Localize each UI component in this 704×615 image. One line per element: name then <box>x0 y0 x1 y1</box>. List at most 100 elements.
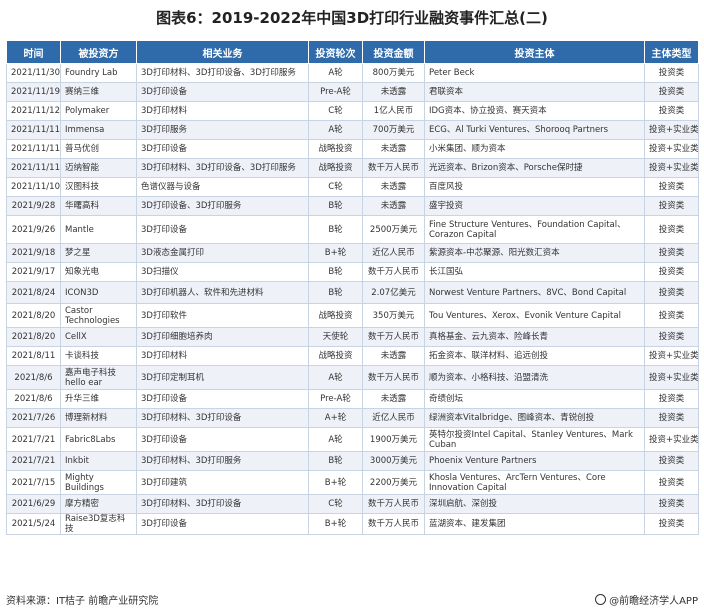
cell-business: 3D打印定制耳机 <box>136 365 309 390</box>
cell-business: 3D打印设备 <box>136 389 309 409</box>
cell-time: 2021/8/24 <box>6 281 61 304</box>
cell-investor: 百度风投 <box>424 177 645 197</box>
header-type: 主体类型 <box>644 40 699 64</box>
table-row: 2021/8/6 嘉声电子科技 hello ear 3D打印定制耳机 A轮 数千万人民币… <box>6 365 699 390</box>
table-row: 2021/6/29 摩方精密 3D打印材料、3D打印设备 C轮 数千万人民币 深圳启航、深… <box>6 494 699 514</box>
cell-investee: 知象光电 <box>60 262 137 282</box>
cell-investor: 光远资本、Brizon资本、Porsche保时捷 <box>424 158 645 178</box>
cell-time: 2021/11/30 <box>6 63 61 83</box>
cell-round: 战略投资 <box>308 139 363 159</box>
cell-investor: 小米集团、顺为资本 <box>424 139 645 159</box>
cell-time: 2021/11/12 <box>6 101 61 121</box>
cell-amount: 数千万人民币 <box>362 327 425 347</box>
cell-round: B轮 <box>308 281 363 304</box>
cell-round: C轮 <box>308 101 363 121</box>
table-row: 2021/9/28 华曙高科 3D打印设备、3D打印服务 B轮 未透露 盛宇投资 投资类 <box>6 196 699 216</box>
cell-round: B+轮 <box>308 470 363 495</box>
table-row: 2021/7/26 博理新材料 3D打印材料、3D打印设备 A+轮 近亿人民币 绿洲资本V… <box>6 408 699 428</box>
cell-time: 2021/5/24 <box>6 513 61 535</box>
cell-time: 2021/9/26 <box>6 215 61 244</box>
cell-investor: 长江国弘 <box>424 262 645 282</box>
cell-type: 投资类 <box>644 215 699 244</box>
cell-time: 2021/8/20 <box>6 327 61 347</box>
cell-time: 2021/8/6 <box>6 389 61 409</box>
cell-investee: 卡谈科技 <box>60 346 137 366</box>
cell-amount: 未透露 <box>362 82 425 102</box>
table-row: 2021/9/18 梦之星 3D液态金属打印 B+轮 近亿人民币 紫源资本-中芯聚源、阳光… <box>6 243 699 263</box>
cell-investor: 拓金资本、联洋材料、追远创投 <box>424 346 645 366</box>
cell-type: 投资类 <box>644 262 699 282</box>
cell-round: B轮 <box>308 215 363 244</box>
cell-business: 色谱仪器与设备 <box>136 177 309 197</box>
table-row: 2021/8/11 卡谈科技 3D打印材料 战略投资 未透露 拓金资本、联洋材料、追远创投… <box>6 346 699 366</box>
table-row: 2021/11/30 Foundry Lab 3D打印材料、3D打印设备、3D打印服… <box>6 63 699 83</box>
cell-investee: Mighty Buildings <box>60 470 137 495</box>
cell-investor: 盛宇投资 <box>424 196 645 216</box>
cell-amount: 未透露 <box>362 177 425 197</box>
cell-amount: 2.07亿美元 <box>362 281 425 304</box>
cell-investor: 紫源资本-中芯聚源、阳光数汇资本 <box>424 243 645 263</box>
cell-amount: 2500万美元 <box>362 215 425 244</box>
cell-type: 投资类 <box>644 408 699 428</box>
cell-round: A轮 <box>308 63 363 83</box>
cell-business: 3D打印材料 <box>136 346 309 366</box>
cell-business: 3D打印设备 <box>136 139 309 159</box>
brand-text: @前瞻经济学人APP <box>609 596 698 607</box>
cell-business: 3D打印设备 <box>136 82 309 102</box>
cell-type: 投资类 <box>644 177 699 197</box>
cell-investee: 嘉声电子科技 hello ear <box>60 365 137 390</box>
cell-type: 投资类 <box>644 281 699 304</box>
cell-amount: 2200万美元 <box>362 470 425 495</box>
table-row: 2021/9/17 知象光电 3D扫描仪 B轮 数千万人民币 长江国弘 投资类 <box>6 262 699 282</box>
cell-time: 2021/7/21 <box>6 427 61 452</box>
table-row: 2021/11/19 赛纳三维 3D打印设备 Pre-A轮 未透露 君联资本 投资类 <box>6 82 699 102</box>
cell-time: 2021/6/29 <box>6 494 61 514</box>
cell-investee: CellX <box>60 327 137 347</box>
table-row: 2021/11/12 Polymaker 3D打印材料 C轮 1亿人民币 IDG资本、协立… <box>6 101 699 121</box>
cell-investee: 汉图科技 <box>60 177 137 197</box>
cell-type: 投资+实业类 <box>644 120 699 140</box>
cell-round: B+轮 <box>308 243 363 263</box>
cell-type: 投资类 <box>644 82 699 102</box>
cell-round: Pre-A轮 <box>308 389 363 409</box>
cell-type: 投资+实业类 <box>644 427 699 452</box>
header-investee: 被投资方 <box>60 40 137 64</box>
cell-business: 3D打印建筑 <box>136 470 309 495</box>
cell-investor: Peter Beck <box>424 63 645 83</box>
header-investor: 投资主体 <box>424 40 645 64</box>
cell-investor: Fine Structure Ventures、Foundation Capit… <box>424 215 645 244</box>
table-row: 2021/5/24 Raise3D复志科技 3D打印设备 B+轮 数千万人民币 蓝湖资本、… <box>6 513 699 535</box>
cell-investee: 迈纳智能 <box>60 158 137 178</box>
cell-round: Pre-A轮 <box>308 82 363 102</box>
cell-investor: 英特尔投资Intel Capital、Stanley Ventures、Mark… <box>424 427 645 452</box>
table-row: 2021/9/26 Mantle 3D打印设备 B轮 2500万美元 Fine Struc… <box>6 215 699 244</box>
cell-round: 战略投资 <box>308 158 363 178</box>
table-row: 2021/7/15 Mighty Buildings 3D打印建筑 B+轮 2200万美… <box>6 470 699 495</box>
cell-type: 投资类 <box>644 451 699 471</box>
cell-investee: Mantle <box>60 215 137 244</box>
cell-time: 2021/8/11 <box>6 346 61 366</box>
cell-round: C轮 <box>308 177 363 197</box>
cell-business: 3D打印机器人、软件和先进材料 <box>136 281 309 304</box>
cell-amount: 近亿人民币 <box>362 243 425 263</box>
cell-round: C轮 <box>308 494 363 514</box>
cell-investor: IDG资本、协立投资、赛天资本 <box>424 101 645 121</box>
cell-investee: Foundry Lab <box>60 63 137 83</box>
cell-amount: 数千万人民币 <box>362 158 425 178</box>
cell-amount: 1900万美元 <box>362 427 425 452</box>
cell-investor: Khosla Ventures、ArcTern Ventures、Core In… <box>424 470 645 495</box>
cell-amount: 350万美元 <box>362 303 425 328</box>
cell-investor: 顺为资本、小格科技、沿盟清洗 <box>424 365 645 390</box>
cell-round: A+轮 <box>308 408 363 428</box>
cell-investor: Tou Ventures、Xerox、Evonik Venture Capita… <box>424 303 645 328</box>
cell-investee: Polymaker <box>60 101 137 121</box>
cell-amount: 数千万人民币 <box>362 494 425 514</box>
cell-type: 投资类 <box>644 101 699 121</box>
cell-investee: 博理新材料 <box>60 408 137 428</box>
brand-credit: @前瞻经济学人APP <box>595 594 698 610</box>
cell-business: 3D打印材料、3D打印设备、3D打印服务 <box>136 63 309 83</box>
cell-amount: 数千万人民币 <box>362 262 425 282</box>
cell-investor: Phoenix Venture Partners <box>424 451 645 471</box>
cell-round: A轮 <box>308 120 363 140</box>
cell-business: 3D液态金属打印 <box>136 243 309 263</box>
